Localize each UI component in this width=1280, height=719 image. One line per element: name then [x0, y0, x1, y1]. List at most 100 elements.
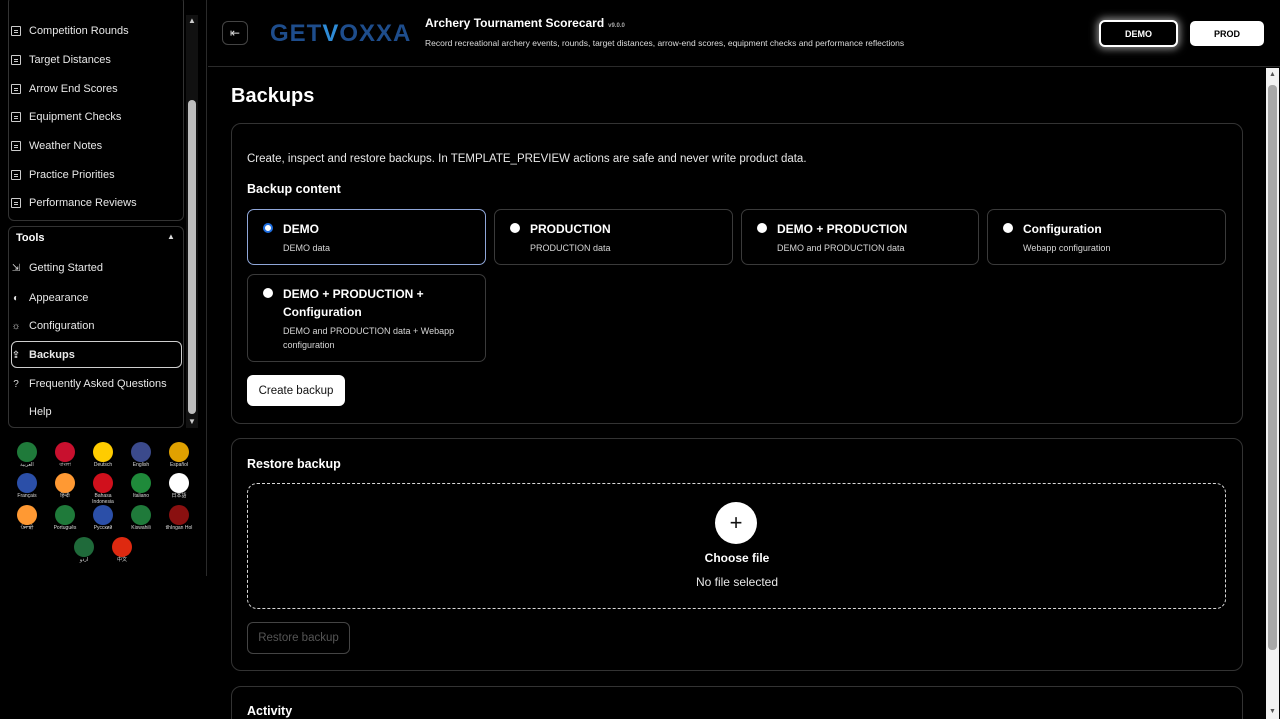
- sidebar-item-target-distances[interactable]: Target Distances: [11, 50, 111, 70]
- sidebar-item-backups[interactable]: ⇪ Backups: [11, 345, 75, 365]
- sidebar: Competition Rounds Target Distances Arro…: [0, 0, 207, 576]
- language-option[interactable]: हिन्दी: [48, 473, 82, 500]
- restore-heading: Restore backup: [247, 457, 341, 471]
- language-option[interactable]: Русский: [86, 505, 120, 532]
- language-option[interactable]: বাংলা: [48, 442, 82, 469]
- sidebar-item-equipment-checks[interactable]: Equipment Checks: [11, 107, 121, 127]
- sidebar-item-faq[interactable]: ? Frequently Asked Questions: [11, 374, 167, 394]
- language-option[interactable]: العربية: [10, 442, 44, 469]
- radio[interactable]: [510, 223, 520, 233]
- language-option[interactable]: Deutsch: [86, 442, 120, 469]
- language-option[interactable]: Português: [48, 505, 82, 532]
- option-label: DEMO: [283, 222, 319, 236]
- activity-card: [231, 686, 1243, 719]
- language-label: Bahasa Indonesia: [92, 493, 114, 505]
- scroll-down-icon[interactable]: ▼: [186, 416, 198, 428]
- create-backup-button[interactable]: Create backup: [247, 375, 345, 406]
- app-title: Archery Tournament Scorecard v9.0.0: [425, 16, 625, 30]
- option-demo-production[interactable]: DEMO + PRODUCTION DEMO and PRODUCTION da…: [741, 209, 979, 265]
- sidebar-item-label: Performance Reviews: [29, 197, 137, 209]
- language-option[interactable]: 中文: [105, 537, 139, 564]
- sidebar-item-performance-reviews[interactable]: Performance Reviews: [11, 193, 137, 213]
- scroll-up-icon[interactable]: ▲: [186, 15, 198, 27]
- sidebar-item-getting-started[interactable]: ⇲ Getting Started: [11, 258, 103, 278]
- language-option[interactable]: Italiano: [124, 473, 158, 500]
- restore-backup-button[interactable]: Restore backup: [247, 622, 350, 654]
- add-file-button[interactable]: +: [715, 502, 757, 544]
- sidebar-scrollbar-thumb[interactable]: [188, 100, 196, 414]
- language-label: Português: [53, 525, 77, 531]
- page-title: Backups: [231, 85, 315, 107]
- radio[interactable]: [1003, 223, 1013, 233]
- option-desc: PRODUCTION data: [530, 243, 611, 253]
- document-icon: [11, 55, 21, 65]
- option-demo[interactable]: DEMO DEMO data: [247, 209, 486, 265]
- language-label: Español: [169, 462, 189, 468]
- language-option[interactable]: Kiswahili: [124, 505, 158, 532]
- flag-icon: [131, 473, 151, 493]
- menu-collapse-icon: ⇤: [229, 26, 241, 40]
- sidebar-item-label: Frequently Asked Questions: [29, 378, 167, 390]
- activity-heading: Activity: [247, 704, 293, 718]
- sidebar-item-label: Practice Priorities: [29, 169, 115, 181]
- flag-icon: [74, 537, 94, 557]
- main-scrollbar-thumb[interactable]: [1268, 85, 1277, 650]
- radio[interactable]: [263, 288, 273, 298]
- option-desc: DEMO data: [283, 243, 331, 253]
- option-label: Configuration: [1023, 222, 1102, 236]
- flag-icon: [17, 473, 37, 493]
- language-label: 日本語: [171, 493, 187, 499]
- flag-icon: [93, 505, 113, 525]
- start-icon: ⇲: [11, 262, 21, 274]
- language-option[interactable]: ਪੰਜਾਬੀ: [10, 505, 44, 532]
- language-label: tlhIngan Hol: [165, 525, 193, 531]
- no-file-label: No file selected: [695, 575, 779, 589]
- chevron-up-icon[interactable]: ▲: [167, 232, 175, 241]
- language-option[interactable]: 日本語: [162, 473, 196, 500]
- question-icon: ?: [13, 378, 19, 390]
- scroll-up-icon[interactable]: ▲: [1266, 68, 1279, 82]
- language-option[interactable]: tlhIngan Hol: [162, 505, 196, 532]
- sidebar-item-help[interactable]: Help: [11, 402, 52, 422]
- language-option[interactable]: Français: [10, 473, 44, 500]
- language-label: Français: [17, 493, 37, 499]
- option-production[interactable]: PRODUCTION PRODUCTION data: [494, 209, 733, 265]
- sidebar-item-competition-rounds[interactable]: Competition Rounds: [11, 21, 129, 41]
- language-option[interactable]: Bahasa Indonesia: [86, 473, 120, 505]
- scroll-down-icon[interactable]: ▼: [1266, 705, 1279, 719]
- option-desc: DEMO and PRODUCTION data + Webapp config…: [283, 326, 455, 350]
- option-configuration[interactable]: Configuration Webapp configuration: [987, 209, 1226, 265]
- flag-icon: [55, 442, 75, 462]
- sidebar-item-label: Backups: [29, 349, 75, 361]
- env-prod-button[interactable]: PROD: [1190, 21, 1264, 46]
- option-desc: DEMO and PRODUCTION data: [777, 243, 905, 253]
- sidebar-item-arrow-end-scores[interactable]: Arrow End Scores: [11, 79, 118, 99]
- sidebar-item-configuration[interactable]: ☼ Configuration: [11, 316, 94, 336]
- language-label: हिन्दी: [60, 493, 70, 499]
- flag-icon: [169, 473, 189, 493]
- language-option[interactable]: اردو: [67, 537, 101, 564]
- sidebar-item-weather-notes[interactable]: Weather Notes: [11, 136, 102, 156]
- radio[interactable]: [757, 223, 767, 233]
- option-demo-production-configuration[interactable]: DEMO + PRODUCTION + Configuration DEMO a…: [247, 274, 486, 362]
- flag-icon: [55, 473, 75, 493]
- sidebar-item-label: Arrow End Scores: [29, 83, 118, 95]
- sidebar-item-appearance[interactable]: ◐ Appearance: [11, 288, 88, 308]
- flag-icon: [131, 442, 151, 462]
- language-option[interactable]: English: [124, 442, 158, 469]
- sidebar-item-label: Configuration: [29, 320, 95, 332]
- sidebar-item-practice-priorities[interactable]: Practice Priorities: [11, 165, 115, 185]
- language-label: 中文: [116, 557, 127, 563]
- language-label: Kiswahili: [131, 525, 151, 531]
- option-label: PRODUCTION: [530, 222, 611, 236]
- collapse-sidebar-button[interactable]: ⇤: [222, 21, 248, 45]
- env-demo-button[interactable]: DEMO: [1099, 20, 1178, 47]
- tools-heading[interactable]: Tools: [16, 232, 45, 244]
- language-label: العربية: [20, 462, 34, 468]
- document-icon: [11, 170, 21, 180]
- radio-selected[interactable]: [263, 223, 273, 233]
- choose-file-label[interactable]: Choose file: [637, 551, 837, 565]
- upload-icon: ⇪: [11, 349, 21, 361]
- language-option[interactable]: Español: [162, 442, 196, 469]
- sidebar-item-label: Competition Rounds: [29, 25, 129, 37]
